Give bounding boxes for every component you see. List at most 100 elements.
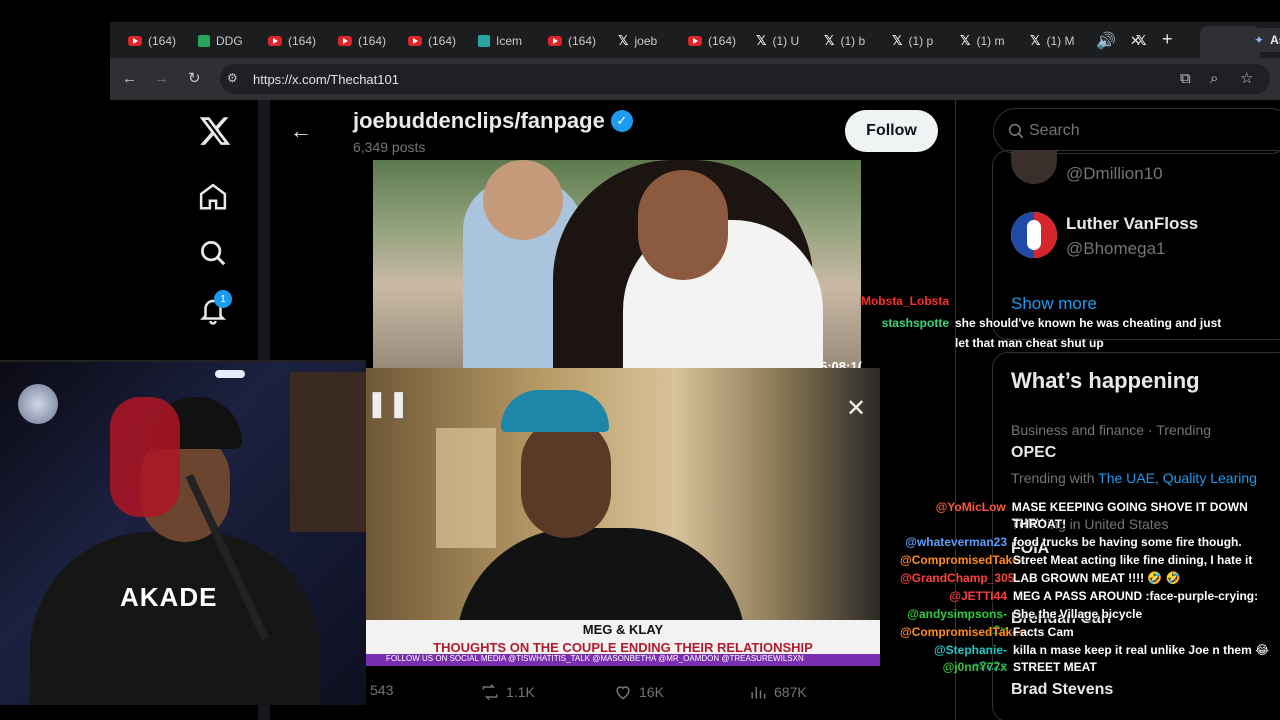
avatar-luther[interactable] <box>1011 212 1057 258</box>
address-bar-row: ← → ↻ ⚙ https://x.com/Thechat101 ⧉ ⌕ ☆ <box>110 58 1280 100</box>
chat-username[interactable]: @GrandChamp_305 <box>900 570 1014 586</box>
chat-message: @whateverman23 food trucks be having some… <box>900 534 1241 550</box>
video-top-frame[interactable] <box>373 160 861 368</box>
chat-message: @CompromisedTakes Street Meat acting like… <box>900 552 1252 568</box>
reply-button[interactable]: 543 <box>370 682 393 698</box>
youtube-icon <box>338 36 352 46</box>
search-placeholder: Search <box>1029 122 1080 139</box>
follow-button[interactable]: Follow <box>845 110 938 152</box>
disco-ball <box>18 384 58 424</box>
video-main-frame[interactable]: ❚❚ ✕ MEG & KLAY THOUGHTS ON THE COUPLE E… <box>366 368 880 666</box>
youtube-icon <box>268 36 282 46</box>
heart-icon <box>616 686 630 700</box>
iceman-icon <box>478 35 490 47</box>
ring-light <box>215 370 245 378</box>
like-count: 16K <box>639 684 664 700</box>
chat-username[interactable]: stashspotte <box>860 315 955 331</box>
close-video-icon[interactable]: ✕ <box>846 394 866 423</box>
browser-tab[interactable]: 𝕏 (1) U <box>756 30 799 52</box>
search-icon <box>1008 123 1024 139</box>
repost-icon <box>482 683 498 701</box>
browser-tab-label: (164) <box>148 34 177 48</box>
browser-tab[interactable]: (164) <box>128 30 176 52</box>
trend-with-links[interactable]: The UAE, Quality Learing <box>1098 470 1257 486</box>
chat-username[interactable]: @JETTI44 <box>900 588 1013 604</box>
trend-name[interactable]: Brad Stevens <box>1011 681 1113 699</box>
chat-username[interactable]: @CompromisedTakes <box>900 624 1026 640</box>
browser-tab[interactable]: (164) <box>338 30 386 52</box>
browser-tab[interactable]: (164) <box>408 30 456 52</box>
browser-tab[interactable]: (164) <box>548 30 596 52</box>
x-icon: 𝕏 <box>618 33 629 48</box>
lower-third-name: MEG & KLAY <box>582 622 664 637</box>
home-icon[interactable] <box>198 182 228 212</box>
repost-button[interactable]: 1.1K <box>480 682 535 702</box>
post-count: 6,349 posts <box>353 139 426 155</box>
browser-tab[interactable]: DDG <box>198 30 243 52</box>
man-head <box>483 160 563 240</box>
chat-message: let that man cheat shut up <box>860 335 1104 351</box>
gaming-chair <box>110 397 180 517</box>
post-actions: 543 1.1K 16K 687K <box>270 676 956 712</box>
browser-tab[interactable]: Icem <box>478 30 522 52</box>
chat-message: Mobsta_Lobsta <box>860 293 955 309</box>
chat-username[interactable]: Mobsta_Lobsta <box>860 293 955 309</box>
new-tab-button[interactable]: + <box>1162 28 1173 50</box>
bookmark-star-icon[interactable]: ☆ <box>1240 70 1253 88</box>
lower-third-title: THOUGHTS ON THE COUPLE ENDING THEIR RELA… <box>433 640 813 655</box>
lower-third-ticker: FOLLOW US ON SOCIAL MEDIA @TISWHATITIS_T… <box>366 654 880 666</box>
speaker-cap <box>501 390 609 432</box>
reply-count: 543 <box>370 682 394 698</box>
reload-button[interactable]: ↻ <box>188 70 201 88</box>
back-button[interactable]: ← <box>122 70 137 88</box>
chat-text: let that man cheat shut up <box>955 336 1104 350</box>
chat-text: Street Meat acting like fine dining, I h… <box>1013 553 1253 567</box>
tab-close-icon[interactable]: ✕ <box>1130 30 1141 52</box>
browser-tab[interactable]: (164) <box>268 30 316 52</box>
youtube-icon <box>128 36 142 46</box>
chat-username[interactable] <box>900 516 1013 532</box>
like-button[interactable]: 16K <box>613 682 664 702</box>
chat-username[interactable] <box>860 335 955 351</box>
bookmark-icon[interactable] <box>882 682 902 702</box>
views-count: 687K <box>774 684 807 700</box>
forward-button[interactable]: → <box>154 70 169 88</box>
browser-tab-label: (1) m <box>976 34 1005 48</box>
ask-chip[interactable]: ✦ Ask <box>1246 28 1280 52</box>
cast-icon[interactable]: ⧉ <box>1180 70 1191 88</box>
show-more-link[interactable]: Show more <box>1011 294 1097 314</box>
browser-tab[interactable]: (164) <box>688 30 736 52</box>
views-button[interactable]: 687K <box>748 682 807 702</box>
trend-name[interactable]: OPEC <box>1011 444 1056 462</box>
share-icon[interactable] <box>918 682 938 702</box>
youtube-icon <box>548 36 562 46</box>
verified-badge-icon: ✓ <box>610 110 633 132</box>
browser-tab-label: (164) <box>288 34 317 48</box>
shelf <box>290 372 366 532</box>
suggestion-name[interactable]: Luther VanFloss <box>1066 214 1198 234</box>
browser-tab[interactable]: 𝕏 (1) M <box>1030 30 1074 52</box>
explore-search-icon[interactable] <box>198 238 228 268</box>
x-icon: 𝕏 <box>756 33 767 48</box>
chat-text: Facts Cam <box>1013 625 1074 639</box>
chat-message: stashspotte she should've known he was ch… <box>860 315 1222 331</box>
trend-with-label: Trending with <box>1011 470 1095 486</box>
zoom-icon[interactable]: ⌕ <box>1210 70 1218 88</box>
browser-tab[interactable]: 𝕏 (1) b <box>824 30 865 52</box>
back-arrow-icon[interactable]: ← <box>290 118 312 144</box>
chat-username[interactable]: @whateverman23 <box>900 534 1013 550</box>
browser-tab-label: (164) <box>568 34 597 48</box>
cabinet <box>436 428 496 548</box>
browser-tab[interactable]: 𝕏 (1) m <box>960 30 1004 52</box>
pause-icon[interactable]: ❚❚ <box>366 388 410 418</box>
site-info-icon[interactable]: ⚙ <box>227 71 243 85</box>
chat-text: MEG A PASS AROUND :face-purple-crying: <box>1013 589 1259 603</box>
chat-username[interactable]: @j0nnY77x <box>900 659 1013 675</box>
chat-username[interactable]: @CompromisedTakes <box>900 552 1026 568</box>
x-logo-icon[interactable] <box>198 114 232 148</box>
x-icon: 𝕏 <box>1030 33 1041 48</box>
browser-tab-label: (1) U <box>772 34 800 48</box>
browser-tab[interactable]: 𝕏joeb <box>618 30 657 52</box>
x-icon: 𝕏 <box>824 33 835 48</box>
browser-tab[interactable]: 𝕏 (1) p <box>892 30 933 52</box>
